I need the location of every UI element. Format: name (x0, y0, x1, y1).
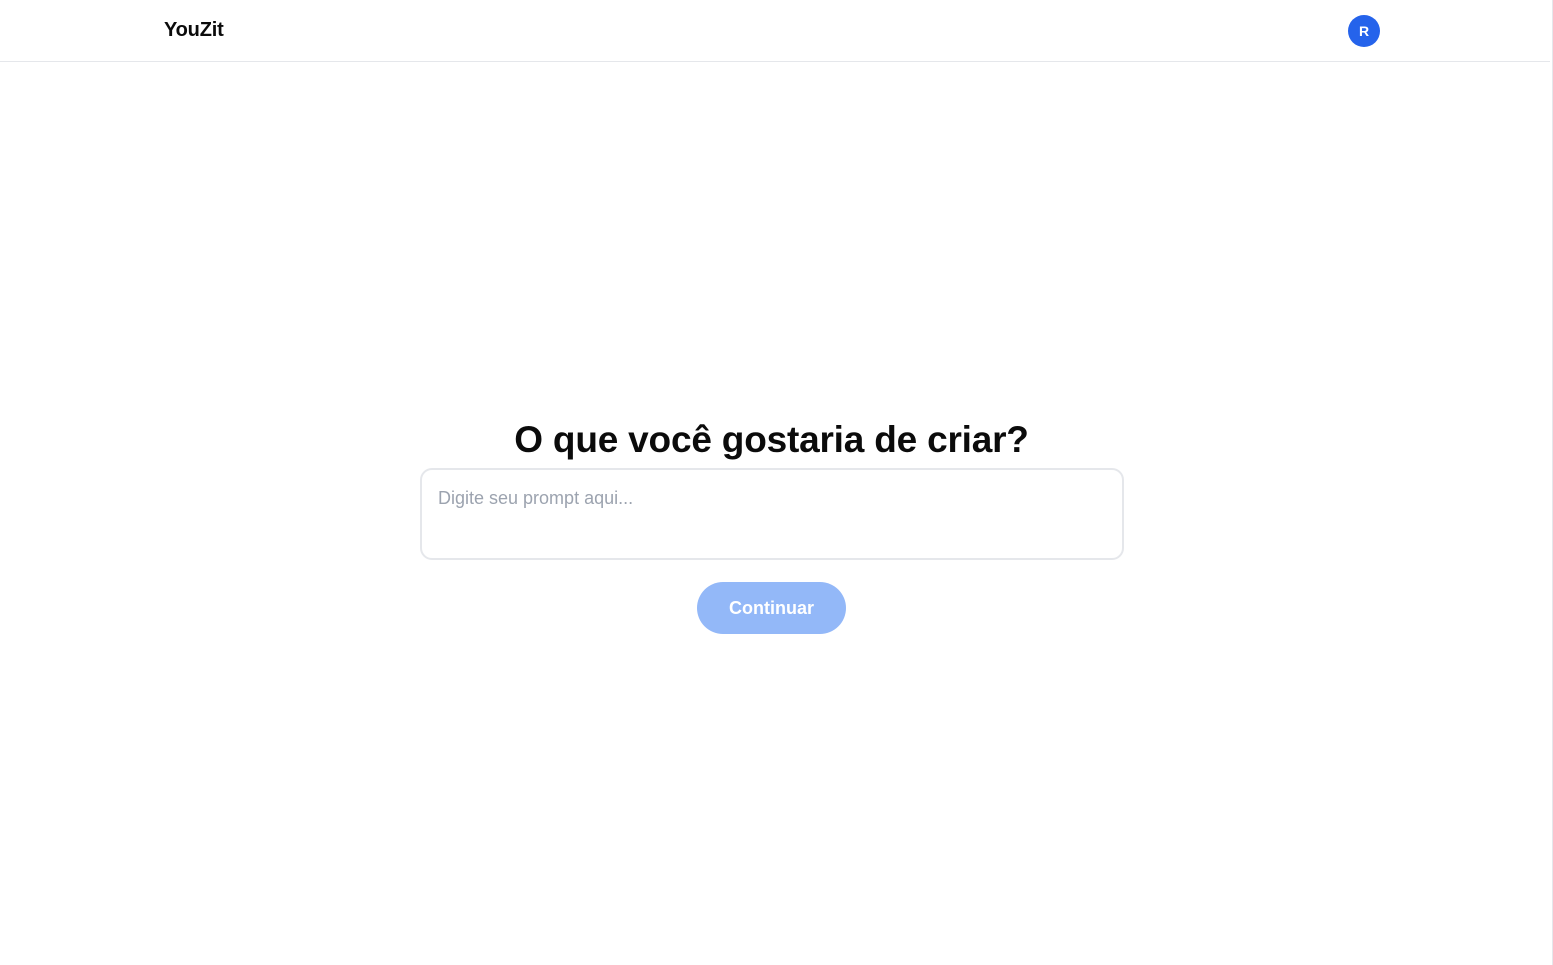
page-title: O que você gostaria de criar? (514, 418, 1029, 460)
user-avatar[interactable]: R (1348, 15, 1380, 47)
prompt-input[interactable] (420, 468, 1124, 560)
top-bar: YouZit R (0, 0, 1550, 62)
continue-button[interactable]: Continuar (697, 582, 846, 634)
main-content: O que você gostaria de criar? Continuar (0, 62, 1550, 965)
app-page: YouZit R O que você gostaria de criar? C… (0, 0, 1553, 965)
brand-logo-text[interactable]: YouZit (164, 18, 224, 42)
